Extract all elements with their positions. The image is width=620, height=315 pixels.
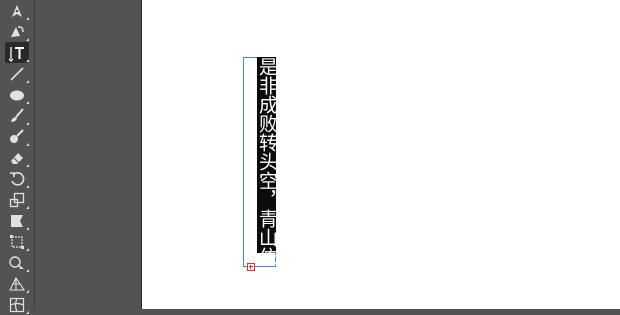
perspective-grid-tool-button[interactable] — [5, 273, 29, 294]
width-tool-button[interactable] — [5, 210, 29, 231]
perspective-grid-icon — [9, 276, 26, 291]
width-icon — [11, 214, 23, 227]
line-icon — [10, 66, 24, 81]
shape-builder-tool-button[interactable] — [5, 252, 29, 273]
curvature-pen-icon — [11, 25, 24, 37]
mesh-tool-button[interactable] — [5, 294, 29, 315]
pen-tool-button[interactable] — [5, 0, 29, 21]
free-transform-tool-button[interactable] — [5, 231, 29, 252]
shaper-icon — [10, 128, 24, 143]
line-segment-tool-button[interactable] — [5, 63, 29, 84]
paintbrush-tool-button[interactable] — [5, 105, 29, 126]
vertical-type-tool-button[interactable] — [5, 42, 29, 63]
eraser-icon — [11, 152, 23, 164]
vertical-type-icon — [8, 46, 24, 62]
tools-panel — [0, 0, 35, 314]
shaper-tool-button[interactable] — [5, 126, 29, 147]
pasteboard[interactable] — [35, 0, 141, 309]
rotate-tool-button[interactable] — [5, 168, 29, 189]
vertical-text-content[interactable]: 是非成败转头空，青山依 — [256, 57, 278, 266]
mesh-icon — [9, 297, 25, 312]
ellipse-tool-button[interactable] — [5, 84, 29, 105]
pen-icon — [12, 4, 22, 17]
ellipse-icon — [10, 90, 24, 100]
curvature-tool-button[interactable] — [5, 21, 29, 42]
artboard[interactable] — [142, 0, 620, 309]
scale-tool-button[interactable] — [5, 189, 29, 210]
eraser-tool-button[interactable] — [5, 147, 29, 168]
paintbrush-icon — [11, 107, 24, 122]
free-transform-icon — [10, 234, 24, 249]
text-overflow-port[interactable] — [247, 263, 255, 271]
scale-icon — [9, 192, 25, 207]
shape-builder-icon — [9, 255, 24, 269]
rotate-icon — [10, 171, 25, 186]
